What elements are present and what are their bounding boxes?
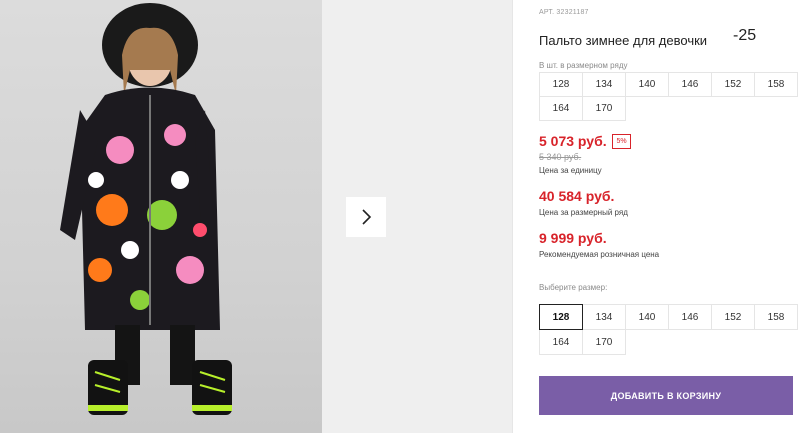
size-picker-label: Выберите размер: bbox=[539, 283, 608, 292]
product-article: АРТ. 32321187 bbox=[539, 9, 589, 16]
current-price: 5 073 руб. bbox=[539, 133, 607, 149]
unit-price-caption: Цена за единицу bbox=[539, 166, 602, 175]
range-price: 40 584 руб. bbox=[539, 188, 615, 204]
size-option-selected[interactable]: 128 bbox=[539, 304, 583, 330]
old-price: 5 340 руб. bbox=[539, 152, 582, 162]
chevron-right-icon bbox=[362, 209, 372, 225]
size-range-grid: 128 134 140 146 152 158 164 170 bbox=[539, 72, 798, 121]
size-option[interactable]: 146 bbox=[668, 304, 712, 330]
recommended-price-caption: Рекомендуемая розничная цена bbox=[539, 250, 660, 259]
size-option[interactable]: 152 bbox=[711, 304, 755, 330]
product-info-panel: АРТ. 32321187 Пальто зимнее для девочки … bbox=[539, 0, 800, 433]
size-range-item: 146 bbox=[668, 72, 712, 97]
product-photo bbox=[0, 0, 322, 433]
size-range-item: 152 bbox=[711, 72, 755, 97]
size-picker: 128 134 140 146 152 158 164 170 bbox=[539, 304, 798, 355]
range-price-caption: Цена за размерный ряд bbox=[539, 208, 628, 217]
gallery-next-button[interactable] bbox=[346, 197, 386, 237]
size-option[interactable]: 134 bbox=[582, 304, 626, 330]
size-option[interactable]: 158 bbox=[754, 304, 798, 330]
size-range-item: 170 bbox=[582, 96, 626, 121]
discount-badge: 5% bbox=[612, 134, 631, 149]
handwritten-note: -25 bbox=[733, 27, 757, 44]
size-option[interactable]: 164 bbox=[539, 329, 583, 355]
size-range-item: 128 bbox=[539, 72, 583, 97]
panel-divider bbox=[512, 0, 513, 433]
size-option[interactable]: 170 bbox=[582, 329, 626, 355]
product-title: Пальто зимнее для девочки bbox=[539, 33, 708, 48]
product-image-girl-in-coat bbox=[60, 3, 232, 415]
recommended-price: 9 999 руб. bbox=[539, 230, 607, 246]
size-range-item: 140 bbox=[625, 72, 669, 97]
sizes-hint: В шт. в размерном ряду bbox=[539, 61, 628, 70]
size-range-item: 134 bbox=[582, 72, 626, 97]
size-option[interactable]: 140 bbox=[625, 304, 669, 330]
add-to-cart-button[interactable]: ДОБАВИТЬ В КОРЗИНУ bbox=[539, 376, 793, 415]
size-range-item: 158 bbox=[754, 72, 798, 97]
size-range-item: 164 bbox=[539, 96, 583, 121]
